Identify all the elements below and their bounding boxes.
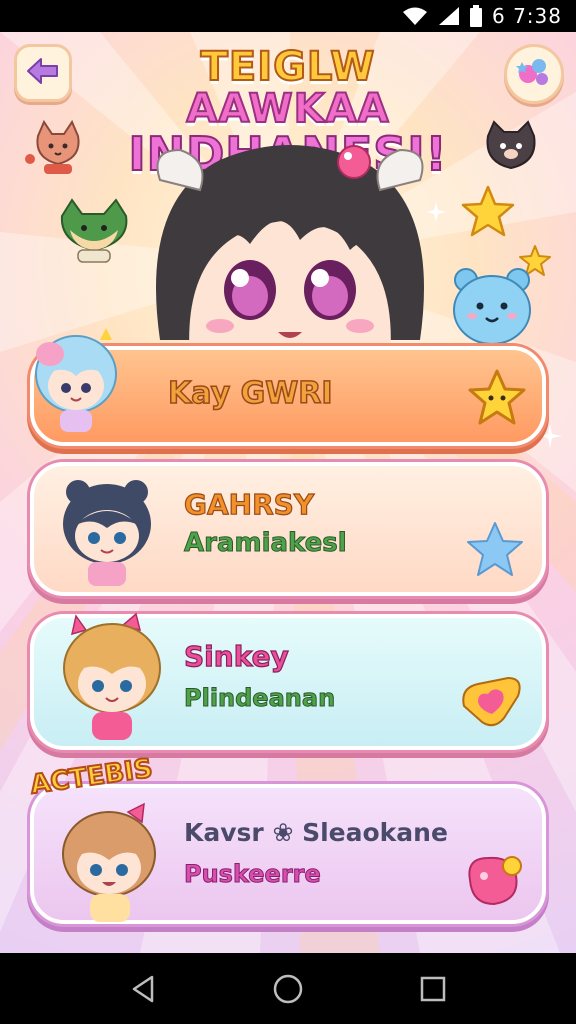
- gold-star-icon[interactable]: [466, 368, 528, 432]
- title-word-1: TEIGLW: [200, 44, 376, 90]
- signal-icon: [438, 6, 460, 26]
- frog-cat-sticker-icon: [54, 196, 134, 272]
- card-subtitle-text: Puskeerre: [184, 860, 322, 889]
- card-title: GAHRSY: [183, 487, 315, 521]
- battery-icon: [470, 5, 482, 27]
- nav-home-icon[interactable]: [268, 969, 308, 1009]
- sparkle-icon: [24, 150, 36, 169]
- arrow-left-icon: [26, 56, 60, 90]
- card-title-text: GAHRSY: [183, 487, 315, 521]
- heart-icon[interactable]: [458, 674, 524, 734]
- avatar-blonde-hair: [56, 612, 168, 750]
- avatar-blue-hair: [26, 326, 126, 440]
- list-item[interactable]: Sinkey Plindeanan: [30, 612, 546, 750]
- menu-button[interactable]: [504, 44, 564, 104]
- yellow-star-icon: [460, 184, 516, 244]
- avatar-dark-hair: [52, 476, 162, 594]
- nav-recents-icon[interactable]: [413, 969, 453, 1009]
- status-time: 6 7:38: [492, 4, 562, 28]
- card-subtitle-text: Aramiakesl: [184, 528, 348, 559]
- card-title: Kavsr ❀ Sleaokane: [184, 818, 448, 847]
- blue-star-icon[interactable]: [464, 520, 526, 584]
- card-title: Kay GWRI: [167, 375, 333, 412]
- card-subtitle: Plindeanan: [183, 684, 336, 713]
- list-item[interactable]: Kay GWRI: [30, 328, 546, 446]
- title-word-2: AAWKAA: [185, 86, 390, 132]
- black-cat-sticker-icon: [480, 118, 542, 182]
- card-title-text: Sinkey: [183, 639, 289, 673]
- list-item[interactable]: Kavsr ❀ Sleaokane Puskeerre: [30, 784, 546, 924]
- back-button[interactable]: [14, 44, 72, 102]
- status-bar: 6 7:38: [0, 0, 576, 32]
- nav-back-icon[interactable]: [123, 969, 163, 1009]
- card-subtitle: Aramiakesl: [184, 528, 348, 559]
- pink-blob-icon[interactable]: [462, 850, 526, 914]
- list-item[interactable]: GAHRSY Aramiakesl: [30, 462, 546, 596]
- cat-sticker-icon: [28, 118, 88, 182]
- card-subtitle-text: Plindeanan: [183, 684, 336, 713]
- card-title-text: Kay GWRI: [167, 375, 333, 412]
- mascot-character: [140, 140, 440, 360]
- card-title-text: Kavsr ❀ Sleaokane: [184, 818, 448, 847]
- avatar-brown-hair: [54, 802, 164, 930]
- card-title: Sinkey: [183, 639, 289, 673]
- blue-bear-sticker-icon: [446, 262, 538, 356]
- wifi-icon: [402, 6, 428, 26]
- card-subtitle: Puskeerre: [184, 860, 322, 889]
- navigation-bar: [0, 953, 576, 1024]
- sticker-cluster-icon: [514, 52, 554, 96]
- title-line-1: TEIGLW AAWKAA: [100, 44, 476, 132]
